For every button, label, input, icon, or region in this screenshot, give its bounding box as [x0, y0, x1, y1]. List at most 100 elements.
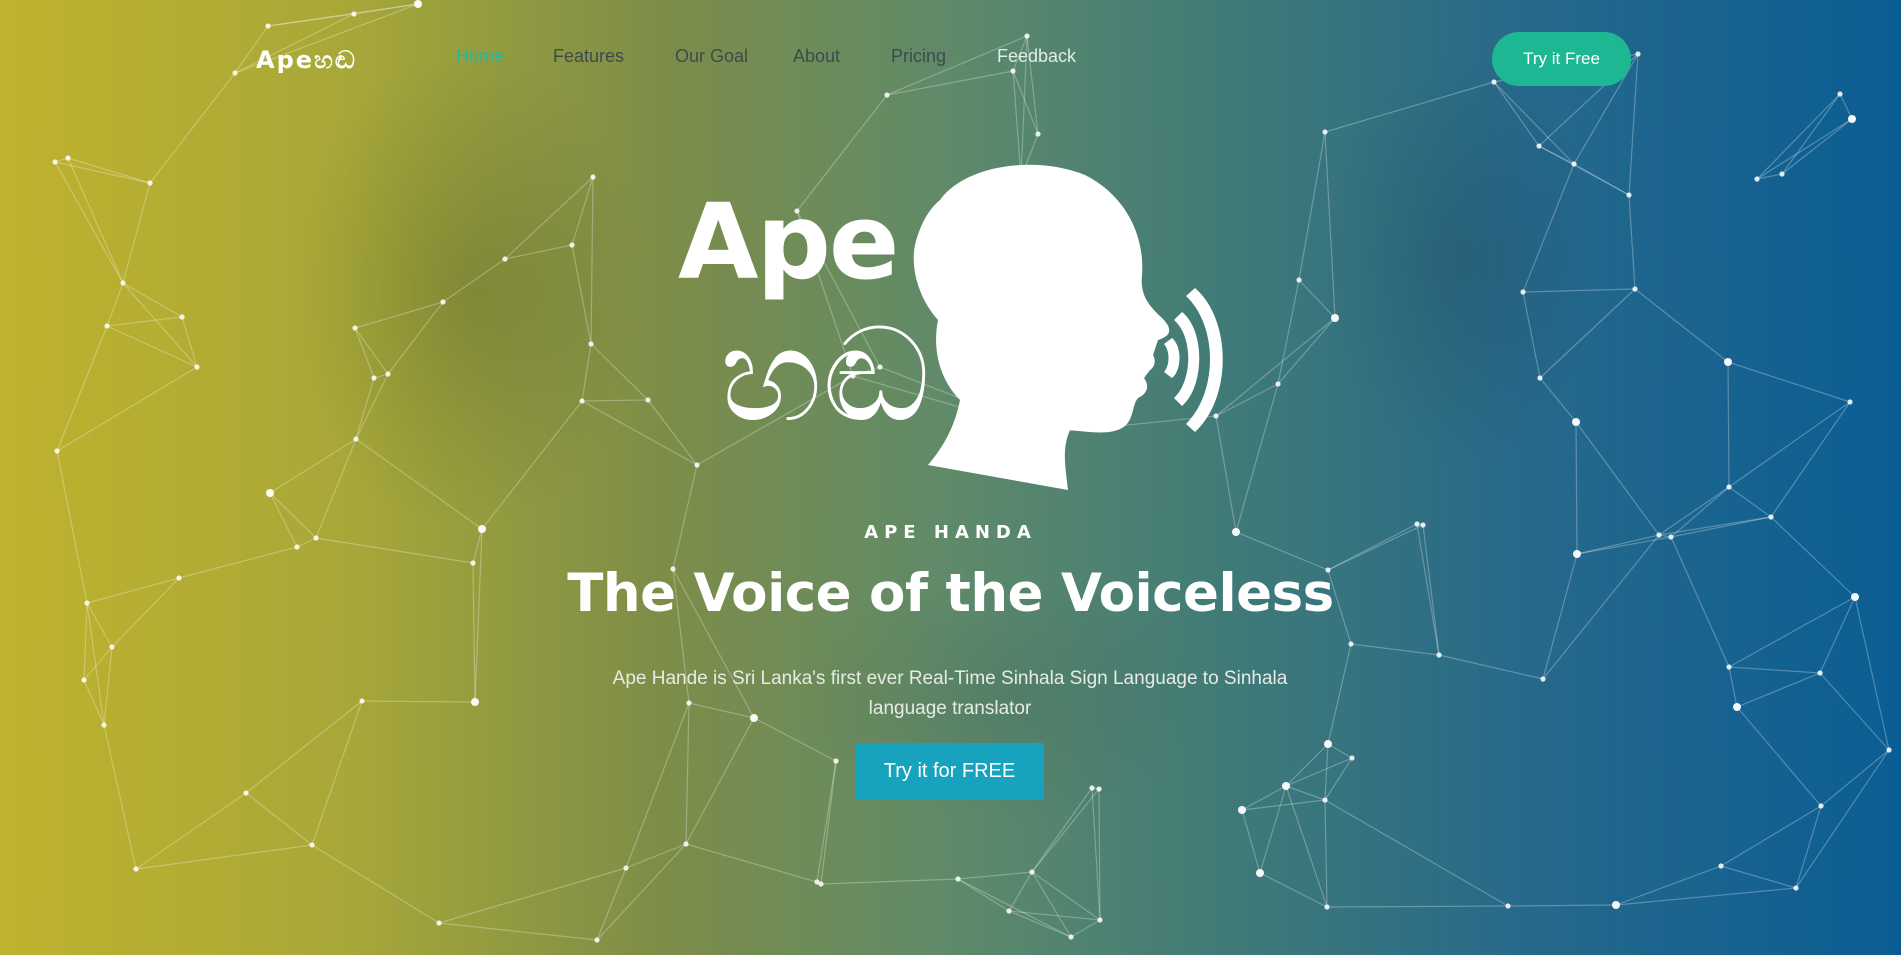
network-edge — [1350, 643, 1440, 656]
network-edge — [438, 922, 598, 941]
network-node — [594, 937, 600, 943]
network-edge — [103, 724, 137, 870]
network-edge — [122, 282, 183, 318]
network-edge — [590, 343, 649, 401]
network-edge — [1285, 757, 1353, 787]
network-edge — [106, 282, 124, 327]
network-edge — [820, 878, 959, 885]
network-node — [385, 371, 391, 377]
network-edge — [753, 717, 837, 762]
network-node — [1632, 286, 1638, 292]
network-node — [1029, 869, 1035, 875]
network-node — [955, 876, 961, 882]
network-edge — [1327, 743, 1353, 759]
network-node — [1006, 908, 1012, 914]
network-edge — [1522, 163, 1575, 293]
network-edge — [1285, 785, 1326, 801]
network-edge — [355, 438, 483, 530]
network-edge — [1277, 279, 1300, 385]
network-node — [1733, 703, 1741, 711]
try-it-free-button[interactable]: Try it Free — [1492, 32, 1631, 86]
nav-link-home[interactable]: Home — [456, 46, 504, 67]
network-node — [1275, 381, 1281, 387]
network-node — [579, 398, 585, 404]
network-edge — [1008, 910, 1101, 921]
network-edge — [596, 843, 687, 941]
network-node — [294, 544, 300, 550]
network-edge — [504, 244, 573, 260]
nav-link-features[interactable]: Features — [553, 46, 624, 67]
network-edge — [1326, 905, 1509, 908]
network-edge — [1781, 118, 1853, 175]
network-node — [1436, 652, 1442, 658]
network-edge — [1615, 865, 1722, 906]
network-node — [101, 722, 107, 728]
network-node — [179, 314, 185, 320]
network-node — [1089, 785, 1095, 791]
network-node — [569, 242, 575, 248]
network-edge — [1235, 383, 1279, 533]
network-node — [359, 698, 365, 704]
network-edge — [438, 867, 627, 924]
network-node — [243, 790, 249, 796]
network-edge — [1324, 131, 1336, 319]
network-node — [1817, 670, 1823, 676]
brand-logo[interactable]: Apeහඬ — [256, 46, 357, 74]
network-node — [371, 375, 377, 381]
nav-link-feedback[interactable]: Feedback — [997, 46, 1076, 67]
network-node — [1322, 129, 1328, 135]
network-edge — [1820, 749, 1890, 807]
network-edge — [1008, 871, 1033, 912]
network-edge — [311, 844, 440, 924]
network-edge — [387, 301, 444, 375]
network-node — [1331, 314, 1339, 322]
network-node — [502, 256, 508, 262]
network-node — [1818, 803, 1824, 809]
network-node — [1768, 514, 1774, 520]
network-edge — [1324, 799, 1328, 908]
nav-link-about[interactable]: About — [793, 46, 840, 67]
network-node — [352, 325, 358, 331]
network-edge — [625, 702, 690, 869]
network-edge — [957, 871, 1033, 880]
top-navigation: Apeහඬ Home Features Our Goal About Prici… — [0, 0, 1901, 118]
network-node — [1626, 192, 1632, 198]
network-edge — [1008, 910, 1072, 938]
network-edge — [269, 438, 357, 494]
network-edge — [1070, 919, 1101, 938]
nav-link-our-goal[interactable]: Our Goal — [675, 46, 748, 67]
network-node — [266, 489, 274, 497]
network-edge — [1720, 865, 1797, 889]
network-node — [1571, 161, 1577, 167]
logo-word-ape: Ape — [678, 181, 899, 303]
network-node — [1886, 747, 1892, 753]
network-edge — [1628, 194, 1636, 290]
network-edge — [1031, 788, 1100, 873]
network-node — [1296, 277, 1302, 283]
network-edge — [571, 244, 592, 345]
ape-handa-logo: Ape හඬ — [660, 160, 1240, 500]
network-node — [1505, 903, 1511, 909]
hero-section: Apeහඬ Home Features Our Goal About Prici… — [0, 0, 1901, 955]
network-node — [54, 448, 60, 454]
try-it-for-free-button[interactable]: Try it for FREE — [855, 743, 1044, 800]
network-node — [1726, 484, 1732, 490]
network-node — [623, 865, 629, 871]
network-node — [1068, 934, 1074, 940]
network-edge — [106, 316, 183, 327]
network-edge — [354, 327, 389, 375]
network-node — [440, 299, 446, 305]
network-edge — [481, 400, 583, 530]
network-edge — [1615, 887, 1797, 906]
hero-eyebrow: APE HANDA — [864, 522, 1037, 543]
network-node — [818, 881, 824, 887]
network-edge — [1539, 377, 1577, 423]
nav-link-pricing[interactable]: Pricing — [891, 46, 946, 67]
network-node — [436, 920, 442, 926]
network-node — [1612, 901, 1620, 909]
network-node — [1536, 143, 1542, 149]
network-edge — [1575, 421, 1660, 536]
network-node — [471, 698, 479, 706]
network-node — [833, 758, 839, 764]
speaking-head-icon — [913, 164, 1223, 490]
